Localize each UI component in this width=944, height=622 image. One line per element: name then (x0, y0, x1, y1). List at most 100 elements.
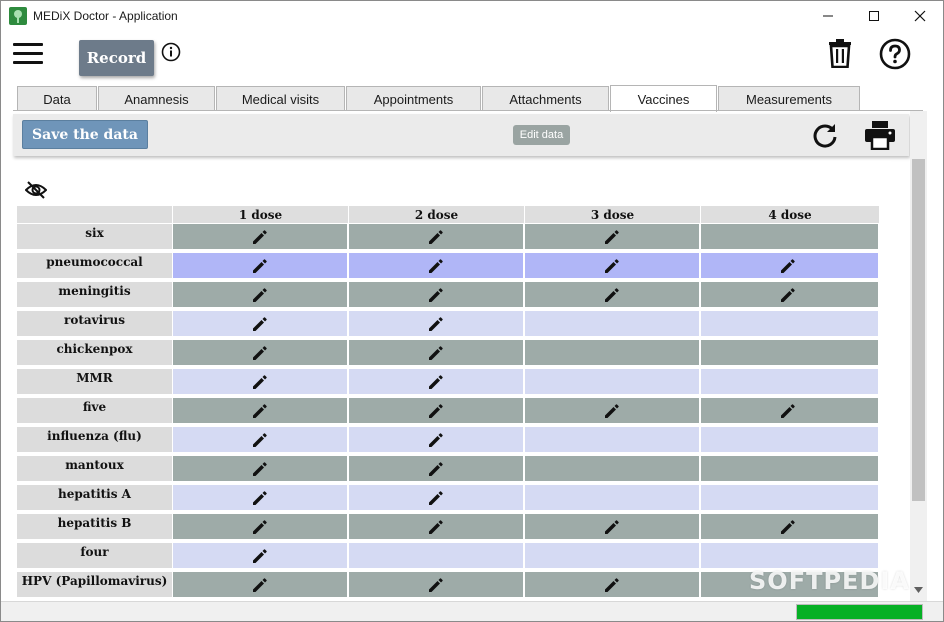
dose-cell[interactable] (349, 311, 524, 338)
dose-cell[interactable] (525, 427, 700, 454)
pencil-icon[interactable] (426, 343, 446, 363)
dose-cell[interactable] (525, 485, 700, 512)
table-row[interactable]: influenza (flu) (17, 427, 879, 454)
dose-cell[interactable] (701, 311, 879, 338)
dose-cell[interactable] (349, 456, 524, 483)
dose-cell[interactable] (173, 398, 348, 425)
pencil-icon[interactable] (250, 546, 270, 566)
dose-cell[interactable] (701, 427, 879, 454)
pencil-icon[interactable] (426, 256, 446, 276)
dose-cell[interactable] (173, 369, 348, 396)
pencil-icon[interactable] (250, 256, 270, 276)
pencil-icon[interactable] (778, 517, 798, 537)
help-icon[interactable] (879, 38, 911, 70)
pencil-icon[interactable] (602, 575, 622, 595)
eye-off-icon[interactable] (25, 180, 47, 200)
pencil-icon[interactable] (250, 343, 270, 363)
dose-cell[interactable] (525, 514, 700, 541)
table-row[interactable]: pneumococcal (17, 253, 879, 280)
pencil-icon[interactable] (250, 401, 270, 421)
table-row[interactable]: hepatitis B (17, 514, 879, 541)
pencil-icon[interactable] (250, 575, 270, 595)
dose-cell[interactable] (173, 224, 348, 251)
dose-cell[interactable] (349, 543, 524, 570)
pencil-icon[interactable] (426, 575, 446, 595)
pencil-icon[interactable] (602, 401, 622, 421)
pencil-icon[interactable] (426, 285, 446, 305)
dose-cell[interactable] (173, 340, 348, 367)
table-row[interactable]: MMR (17, 369, 879, 396)
dose-cell[interactable] (349, 369, 524, 396)
dose-cell[interactable] (525, 456, 700, 483)
tab-appointments[interactable]: Appointments (346, 86, 481, 111)
dose-cell[interactable] (525, 253, 700, 280)
dose-cell[interactable] (349, 572, 524, 599)
pencil-icon[interactable] (250, 285, 270, 305)
dose-cell[interactable] (525, 282, 700, 309)
dose-cell[interactable] (525, 543, 700, 570)
table-row[interactable]: six (17, 224, 879, 251)
pencil-icon[interactable] (250, 314, 270, 334)
dose-cell[interactable] (701, 282, 879, 309)
minimize-button[interactable] (805, 1, 851, 31)
dose-cell[interactable] (173, 514, 348, 541)
scroll-down-icon[interactable] (914, 587, 923, 593)
dose-cell[interactable] (349, 224, 524, 251)
maximize-button[interactable] (851, 1, 897, 31)
close-button[interactable] (897, 1, 943, 31)
dose-cell[interactable] (173, 543, 348, 570)
dose-cell[interactable] (701, 456, 879, 483)
pencil-icon[interactable] (778, 401, 798, 421)
pencil-icon[interactable] (250, 459, 270, 479)
pencil-icon[interactable] (602, 256, 622, 276)
tab-data[interactable]: Data (17, 86, 97, 111)
pencil-icon[interactable] (426, 314, 446, 334)
pencil-icon[interactable] (778, 285, 798, 305)
dose-cell[interactable] (173, 253, 348, 280)
dose-cell[interactable] (701, 485, 879, 512)
dose-cell[interactable] (173, 572, 348, 599)
pencil-icon[interactable] (426, 488, 446, 508)
dose-cell[interactable] (525, 340, 700, 367)
pencil-icon[interactable] (426, 227, 446, 247)
pencil-icon[interactable] (602, 227, 622, 247)
dose-cell[interactable] (525, 369, 700, 396)
tab-medical-visits[interactable]: Medical visits (216, 86, 345, 111)
table-row[interactable]: mantoux (17, 456, 879, 483)
scrollbar-thumb[interactable] (912, 159, 925, 501)
dose-cell[interactable] (173, 485, 348, 512)
dose-cell[interactable] (349, 340, 524, 367)
printer-icon[interactable] (864, 120, 896, 150)
dose-cell[interactable] (525, 572, 700, 599)
dose-cell[interactable] (349, 427, 524, 454)
table-row[interactable]: rotavirus (17, 311, 879, 338)
dose-cell[interactable] (701, 369, 879, 396)
hamburger-icon[interactable] (13, 43, 43, 65)
pencil-icon[interactable] (250, 227, 270, 247)
info-icon[interactable] (161, 42, 181, 62)
dose-cell[interactable] (349, 514, 524, 541)
pencil-icon[interactable] (250, 430, 270, 450)
dose-cell[interactable] (525, 311, 700, 338)
pencil-icon[interactable] (426, 401, 446, 421)
table-row[interactable]: five (17, 398, 879, 425)
dose-cell[interactable] (173, 456, 348, 483)
pencil-icon[interactable] (250, 488, 270, 508)
pencil-icon[interactable] (778, 256, 798, 276)
dose-cell[interactable] (173, 311, 348, 338)
pencil-icon[interactable] (602, 285, 622, 305)
pencil-icon[interactable] (426, 517, 446, 537)
tab-measurements[interactable]: Measurements (718, 86, 860, 111)
dose-cell[interactable] (349, 398, 524, 425)
dose-cell[interactable] (701, 224, 879, 251)
tab-anamnesis[interactable]: Anamnesis (98, 86, 215, 111)
pencil-icon[interactable] (250, 372, 270, 392)
trash-icon[interactable] (827, 38, 853, 68)
pencil-icon[interactable] (602, 517, 622, 537)
save-button[interactable]: Save the data (22, 120, 148, 149)
dose-cell[interactable] (701, 340, 879, 367)
pencil-icon[interactable] (426, 430, 446, 450)
pencil-icon[interactable] (426, 372, 446, 392)
table-row[interactable]: four (17, 543, 879, 570)
dose-cell[interactable] (349, 253, 524, 280)
